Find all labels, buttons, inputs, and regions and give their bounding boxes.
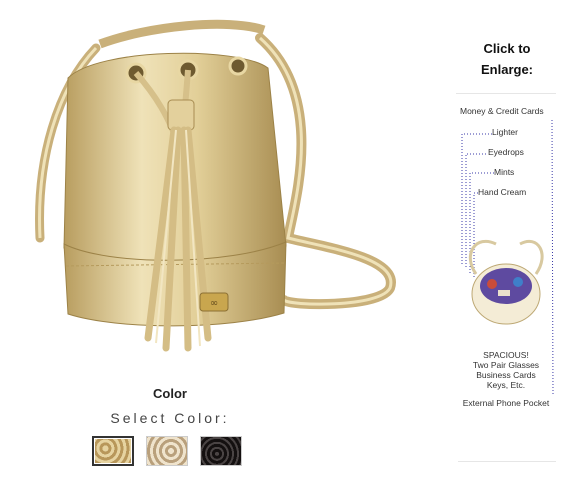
label-mints: Mints — [494, 167, 515, 177]
click-to-enlarge-title[interactable]: Click to Enlarge: — [458, 38, 556, 80]
label-spacious-line4: Keys, Etc. — [486, 380, 526, 390]
swatch-gold[interactable] — [92, 436, 134, 466]
product-image: ∞ — [28, 8, 408, 374]
click-title-line2: Enlarge: — [480, 62, 533, 77]
bucket-bag-illustration: ∞ — [35, 19, 396, 352]
label-spacious: SPACIOUS! Two Pair Glasses Business Card… — [456, 350, 556, 390]
click-to-enlarge-panel: Click to Enlarge: — [458, 38, 556, 80]
color-swatches — [92, 436, 242, 466]
swatch-champagne[interactable] — [146, 436, 188, 466]
select-color-label: Select Color: — [110, 410, 230, 426]
label-spacious-line3: Business Cards — [476, 370, 536, 380]
svg-text:∞: ∞ — [210, 298, 218, 309]
panel-divider — [458, 461, 556, 462]
label-lighter: Lighter — [492, 127, 518, 137]
features-infographic[interactable]: Money & Credit Cards Lighter Eyedrops Mi… — [456, 93, 556, 414]
label-money-credit-cards: Money & Credit Cards — [460, 106, 544, 116]
label-spacious-line1: SPACIOUS! — [483, 350, 529, 360]
label-external-phone-pocket: External Phone Pocket — [462, 398, 550, 408]
click-title-line1: Click to — [483, 41, 531, 56]
label-spacious-line2: Two Pair Glasses — [472, 360, 540, 370]
color-heading: Color — [153, 386, 187, 401]
swatch-black[interactable] — [200, 436, 242, 466]
label-hand-cream: Hand Cream — [478, 187, 527, 197]
label-eyedrops: Eyedrops — [488, 147, 524, 157]
